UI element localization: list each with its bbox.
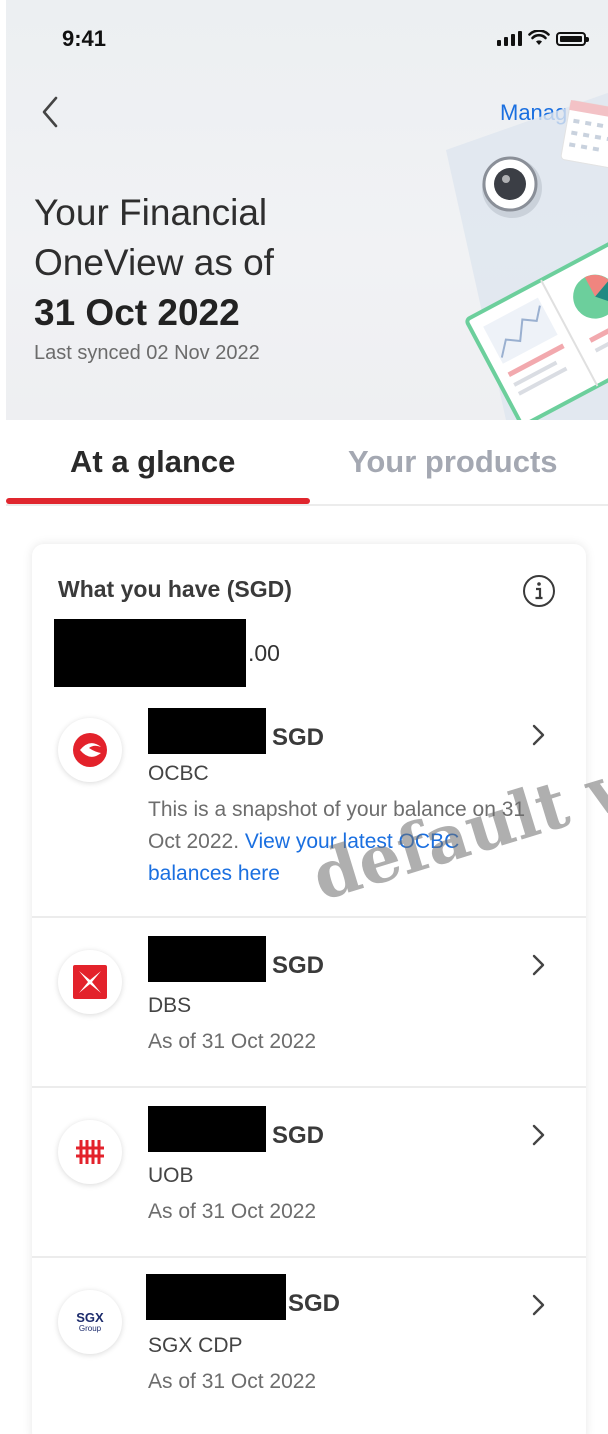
account-amount: SGD: [146, 1274, 340, 1320]
account-row-ocbc[interactable]: SGD OCBC This is a snapshot of your bala…: [32, 694, 586, 918]
holdings-card: What you have (SGD) .00 SGD OCBC This is…: [32, 544, 586, 1434]
wifi-icon: [528, 30, 550, 45]
dbs-logo: [58, 950, 122, 1014]
chevron-right-icon[interactable]: [528, 950, 548, 980]
tab-your-products[interactable]: Your products: [348, 444, 558, 480]
ocbc-logo-icon: [73, 733, 107, 767]
last-synced-text: Last synced 02 Nov 2022: [34, 342, 260, 364]
title-line-2: OneView as of: [34, 242, 274, 283]
balance-note: As of 31 Oct 2022: [148, 1030, 317, 1053]
redacted-amount: [148, 708, 266, 754]
uob-logo-icon: [76, 1140, 104, 1164]
redacted-amount: [148, 1106, 266, 1152]
total-balance: .00: [54, 618, 280, 688]
tab-bar: At a glance Your products: [6, 420, 608, 506]
currency-label: SGD: [288, 1290, 341, 1317]
sgx-logo-text: SGX: [76, 1309, 104, 1325]
battery-icon: [556, 32, 589, 46]
currency-label: SGD: [272, 1122, 325, 1149]
currency-label: SGD: [272, 724, 325, 751]
account-amount: SGD: [148, 1106, 324, 1152]
tab-at-a-glance[interactable]: At a glance: [70, 444, 235, 480]
chevron-right-icon[interactable]: [528, 720, 548, 750]
sgx-logo: SGX Group: [58, 1290, 122, 1354]
balance-note: As of 31 Oct 2022: [148, 1200, 317, 1223]
account-row-dbs[interactable]: SGD DBS As of 31 Oct 2022: [32, 918, 586, 1088]
status-icons: [497, 30, 589, 46]
info-icon[interactable]: [522, 574, 556, 608]
bank-name: OCBC: [148, 762, 209, 785]
back-arrow-icon[interactable]: [36, 92, 64, 132]
sgx-logo-subtext: Group: [78, 1323, 102, 1333]
finance-illustration: [446, 92, 608, 420]
uob-logo: [58, 1120, 122, 1184]
title-line-1: Your Financial: [34, 192, 268, 233]
title-date: 31 Oct 2022: [34, 292, 240, 333]
account-amount: SGD: [148, 708, 324, 754]
chevron-right-icon[interactable]: [528, 1290, 548, 1320]
page-header: 9:41 Manage Your Financial OneView as of…: [6, 0, 608, 420]
balance-note: This is a snapshot of your balance on 31…: [148, 794, 548, 890]
ocbc-logo: [58, 718, 122, 782]
page-title: Your Financial OneView as of 31 Oct 2022: [34, 188, 274, 338]
bank-name: UOB: [148, 1164, 194, 1187]
active-tab-indicator: [6, 498, 310, 504]
currency-label: SGD: [272, 952, 325, 979]
redacted-amount: [148, 936, 266, 982]
signal-icon: [497, 31, 522, 46]
account-row-sgx[interactable]: SGX Group SGD SGX CDP As of 31 Oct 2022: [32, 1258, 586, 1434]
total-decimal: .00: [248, 639, 280, 666]
redacted-total: [54, 619, 246, 687]
chevron-right-icon[interactable]: [528, 1120, 548, 1150]
redacted-amount: [146, 1274, 286, 1320]
status-time: 9:41: [62, 26, 107, 51]
account-amount: SGD: [148, 936, 324, 982]
bank-name: SGX CDP: [148, 1334, 243, 1357]
card-heading: What you have (SGD): [58, 576, 292, 602]
balance-note: As of 31 Oct 2022: [148, 1370, 317, 1393]
dbs-logo-icon: [73, 965, 107, 999]
account-row-uob[interactable]: SGD UOB As of 31 Oct 2022: [32, 1088, 586, 1258]
bank-name: DBS: [148, 994, 192, 1017]
